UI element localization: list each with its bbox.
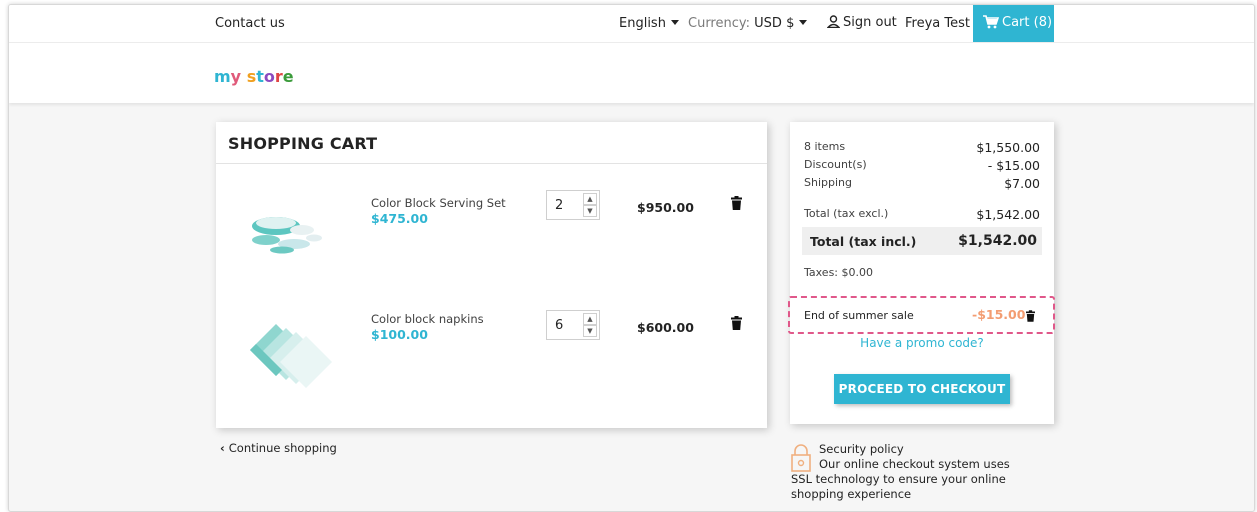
site-header: my store [9,43,1254,103]
cart-button[interactable]: Cart (8) [973,5,1054,42]
caret-down-icon [670,20,679,25]
summary-total-incl-row: Total (tax incl.) $1,542.00 [802,227,1042,255]
shipping-label: Shipping [804,176,852,189]
line-total: $600.00 [637,320,694,335]
product-unit-price: $475.00 [371,211,428,226]
discount-value: - $15.00 [987,158,1040,173]
security-title: Security policy [819,442,904,456]
quantity-spinner: ▲ ▼ [583,193,597,217]
top-nav: Contact us English Currency: USD $ Sign … [9,5,1254,43]
chevron-down-icon[interactable]: ▼ [583,205,597,217]
total-excl-label: Total (tax excl.) [804,207,889,220]
quantity-value[interactable]: 6 [555,318,563,333]
sign-out-label: Sign out [843,15,897,30]
currency-selector[interactable]: Currency: USD $ [688,16,808,31]
cart-item: Color block napkins $100.00 6 ▲ ▼ $600.00 [216,302,767,412]
sign-out-link[interactable]: Sign out [826,15,897,30]
chevron-left-icon: ‹ [220,441,225,455]
taxes-text: Taxes: $0.00 [804,266,874,279]
total-excl-value: $1,542.00 [976,207,1040,222]
browser-viewport: Contact us English Currency: USD $ Sign … [8,4,1255,512]
napkins-thumbnail [250,324,332,388]
items-count-label: 8 items [804,140,846,153]
items-subtotal: $1,550.00 [976,140,1040,155]
voucher-name: End of summer sale [804,309,914,322]
continue-shopping-label: Continue shopping [228,441,337,455]
continue-shopping-link[interactable]: ‹ Continue shopping [220,441,337,455]
quantity-stepper[interactable]: 2 ▲ ▼ [546,190,600,220]
cart-label: Cart (8) [1002,15,1053,30]
product-unit-price: $100.00 [371,327,428,342]
store-logo[interactable]: my store [214,67,294,86]
chevron-up-icon[interactable]: ▲ [583,193,597,205]
language-value: English [619,16,666,31]
caret-down-icon [799,20,808,25]
currency-label: Currency: [688,16,751,31]
currency-value: USD $ [754,16,795,31]
total-incl-label: Total (tax incl.) [810,233,917,249]
cart-item: Color Block Serving Set $475.00 2 ▲ ▼ $95… [216,182,767,292]
discount-label: Discount(s) [804,158,867,171]
security-description: Our online checkout system uses SSL tech… [791,457,1010,501]
trash-icon[interactable] [731,196,742,210]
cart-icon [983,15,1000,29]
applied-voucher: End of summer sale -$15.00 [788,296,1055,334]
product-name[interactable]: Color block napkins [371,312,484,326]
product-name[interactable]: Color Block Serving Set [371,196,506,210]
language-selector[interactable]: English [619,16,679,31]
cart-title: SHOPPING CART [216,122,767,164]
summary-shipping-row: Shipping $7.00 [804,176,1040,191]
shopping-cart-panel: SHOPPING CART Color Block Serving Set $4… [216,122,767,428]
user-icon [826,15,841,29]
quantity-value[interactable]: 2 [555,198,563,213]
quantity-spinner: ▲ ▼ [583,313,597,337]
summary-items-row: 8 items $1,550.00 [804,140,1040,155]
chevron-up-icon[interactable]: ▲ [583,313,597,325]
promo-code-link[interactable]: Have a promo code? [790,336,1054,350]
line-total: $950.00 [637,200,694,215]
shipping-value: $7.00 [1004,176,1040,191]
serving-set-thumbnail [252,217,322,254]
account-name[interactable]: Freya Test [905,16,970,31]
contact-us-link[interactable]: Contact us [215,16,285,31]
trash-icon[interactable] [1026,310,1035,322]
chevron-down-icon[interactable]: ▼ [583,325,597,337]
proceed-to-checkout-button[interactable]: PROCEED TO CHECKOUT [834,374,1010,404]
total-incl-value: $1,542.00 [958,233,1037,249]
summary-discount-row: Discount(s) - $15.00 [804,158,1040,173]
trash-icon[interactable] [731,316,742,330]
cart-summary-panel: 8 items $1,550.00 Discount(s) - $15.00 Shi… [788,122,1055,424]
quantity-stepper[interactable]: 6 ▲ ▼ [546,310,600,340]
summary-total-excl-row: Total (tax excl.) $1,542.00 [804,207,1040,222]
voucher-amount: -$15.00 [972,307,1026,322]
